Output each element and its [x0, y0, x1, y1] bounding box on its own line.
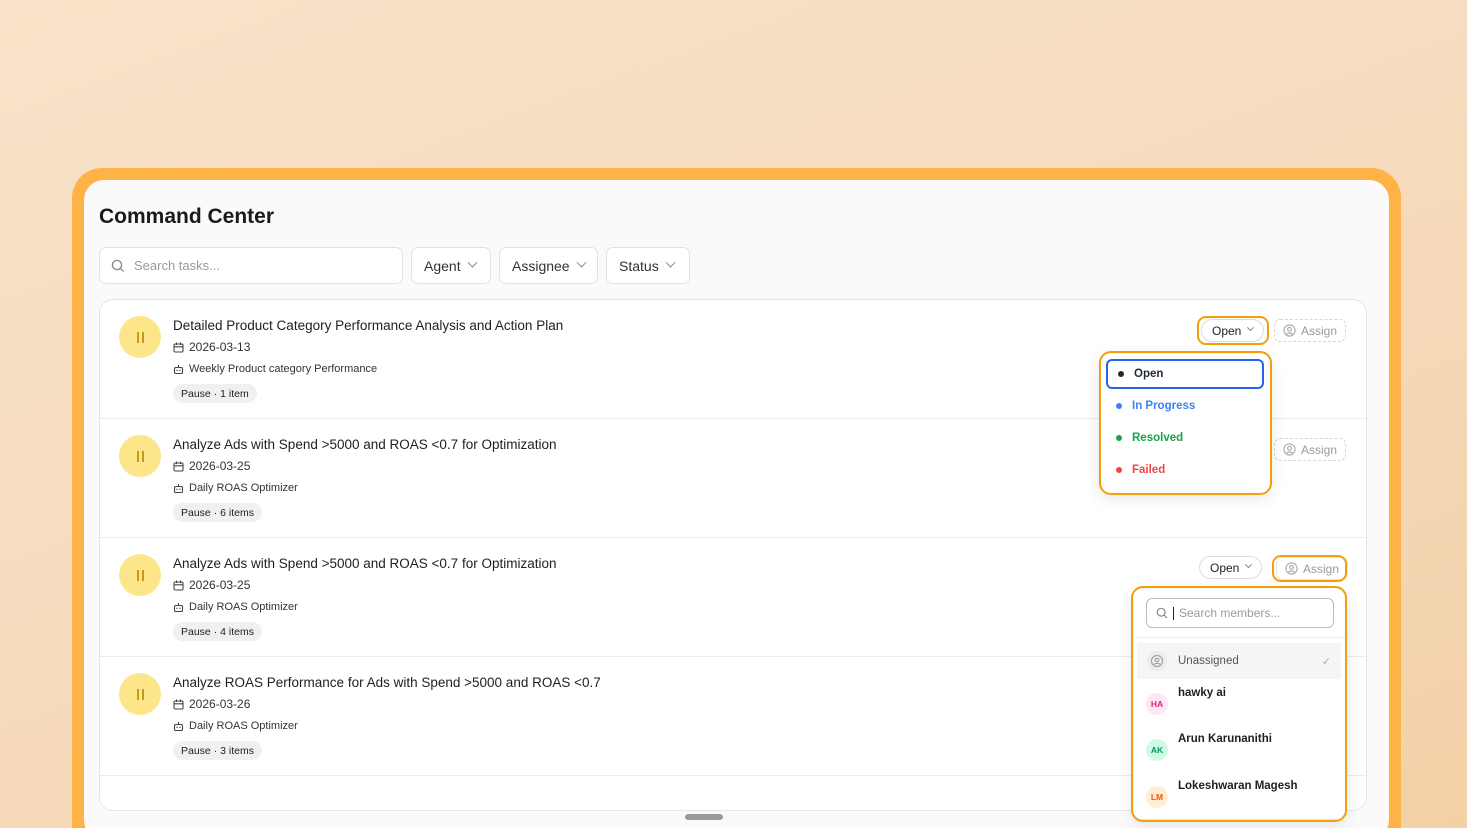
- agent-filter-button[interactable]: Agent: [411, 247, 491, 284]
- task-agent-text: Daily ROAS Optimizer: [189, 482, 298, 494]
- status-filter-button[interactable]: Status: [606, 247, 690, 284]
- task-count-badge: Pause · 6 items: [173, 503, 262, 522]
- task-date-text: 2026-03-25: [189, 459, 251, 473]
- task-date-text: 2026-03-25: [189, 578, 251, 592]
- assign-button-highlight: [1272, 555, 1347, 582]
- assignee-filter-button[interactable]: Assignee: [499, 247, 598, 284]
- task-title: Analyze ROAS Performance for Ads with Sp…: [173, 675, 601, 690]
- task-date: 2026-03-25: [173, 578, 250, 592]
- task-count-badge: Pause · 3 items: [173, 741, 262, 760]
- task-agent-text: Daily ROAS Optimizer: [189, 601, 298, 613]
- search-icon: [111, 259, 125, 272]
- status-dropdown-button[interactable]: Open: [1199, 556, 1263, 579]
- bot-icon: [173, 721, 184, 731]
- assign-button[interactable]: Assign: [1274, 319, 1347, 342]
- calendar-icon: [173, 461, 184, 472]
- chevron-down-icon: [665, 257, 676, 268]
- bot-icon: [173, 364, 184, 374]
- assign-label: Assign: [1301, 442, 1338, 457]
- task-title: Detailed Product Category Performance An…: [173, 318, 564, 333]
- scroll-handle[interactable]: [685, 814, 723, 820]
- pause-icon[interactable]: [119, 673, 161, 715]
- assign-label: Assign: [1301, 323, 1338, 338]
- task-title: Analyze Ads with Spend >5000 and ROAS <0…: [173, 437, 557, 452]
- task-date-text: 2026-03-26: [189, 697, 251, 711]
- task-count-badge: Pause · 4 items: [173, 622, 262, 641]
- user-circle-icon: [1283, 443, 1296, 456]
- chevron-down-icon: [467, 257, 478, 268]
- pause-icon[interactable]: [119, 554, 161, 596]
- search-placeholder: Search tasks...: [134, 258, 220, 273]
- status-menu-highlight: [1099, 351, 1272, 495]
- search-input[interactable]: Search tasks...: [99, 247, 403, 284]
- status-filter-label: Status: [619, 257, 659, 274]
- task-count-badge: Pause · 1 item: [173, 384, 257, 403]
- agent-filter-label: Agent: [424, 257, 461, 274]
- page-title: Command Center: [99, 205, 275, 228]
- task-agent-text: Weekly Product category Performance: [189, 363, 378, 375]
- task-agent: Daily ROAS Optimizer: [173, 482, 298, 494]
- task-agent: Daily ROAS Optimizer: [173, 601, 298, 613]
- bot-icon: [173, 602, 184, 612]
- assignee-filter-label: Assignee: [512, 257, 570, 274]
- task-date: 2026-03-26: [173, 697, 250, 711]
- pause-icon[interactable]: [119, 435, 161, 477]
- task-date-text: 2026-03-13: [189, 340, 251, 354]
- chevron-down-icon: [576, 257, 587, 268]
- task-agent: Weekly Product category Performance: [173, 363, 377, 375]
- task-title: Analyze Ads with Spend >5000 and ROAS <0…: [173, 556, 557, 571]
- task-agent: Daily ROAS Optimizer: [173, 720, 298, 732]
- bot-icon: [173, 483, 184, 493]
- calendar-icon: [173, 342, 184, 353]
- assign-button[interactable]: Assign: [1274, 438, 1347, 461]
- user-circle-icon: [1283, 324, 1296, 337]
- calendar-icon: [173, 699, 184, 710]
- task-date: 2026-03-25: [173, 459, 250, 473]
- chevron-down-icon: [1245, 561, 1253, 569]
- status-button-highlight: [1197, 316, 1269, 345]
- pause-icon[interactable]: [119, 316, 161, 358]
- task-agent-text: Daily ROAS Optimizer: [189, 720, 298, 732]
- assign-menu-highlight: [1131, 586, 1347, 822]
- task-date: 2026-03-13: [173, 340, 250, 354]
- status-label: Open: [1210, 560, 1240, 575]
- calendar-icon: [173, 580, 184, 591]
